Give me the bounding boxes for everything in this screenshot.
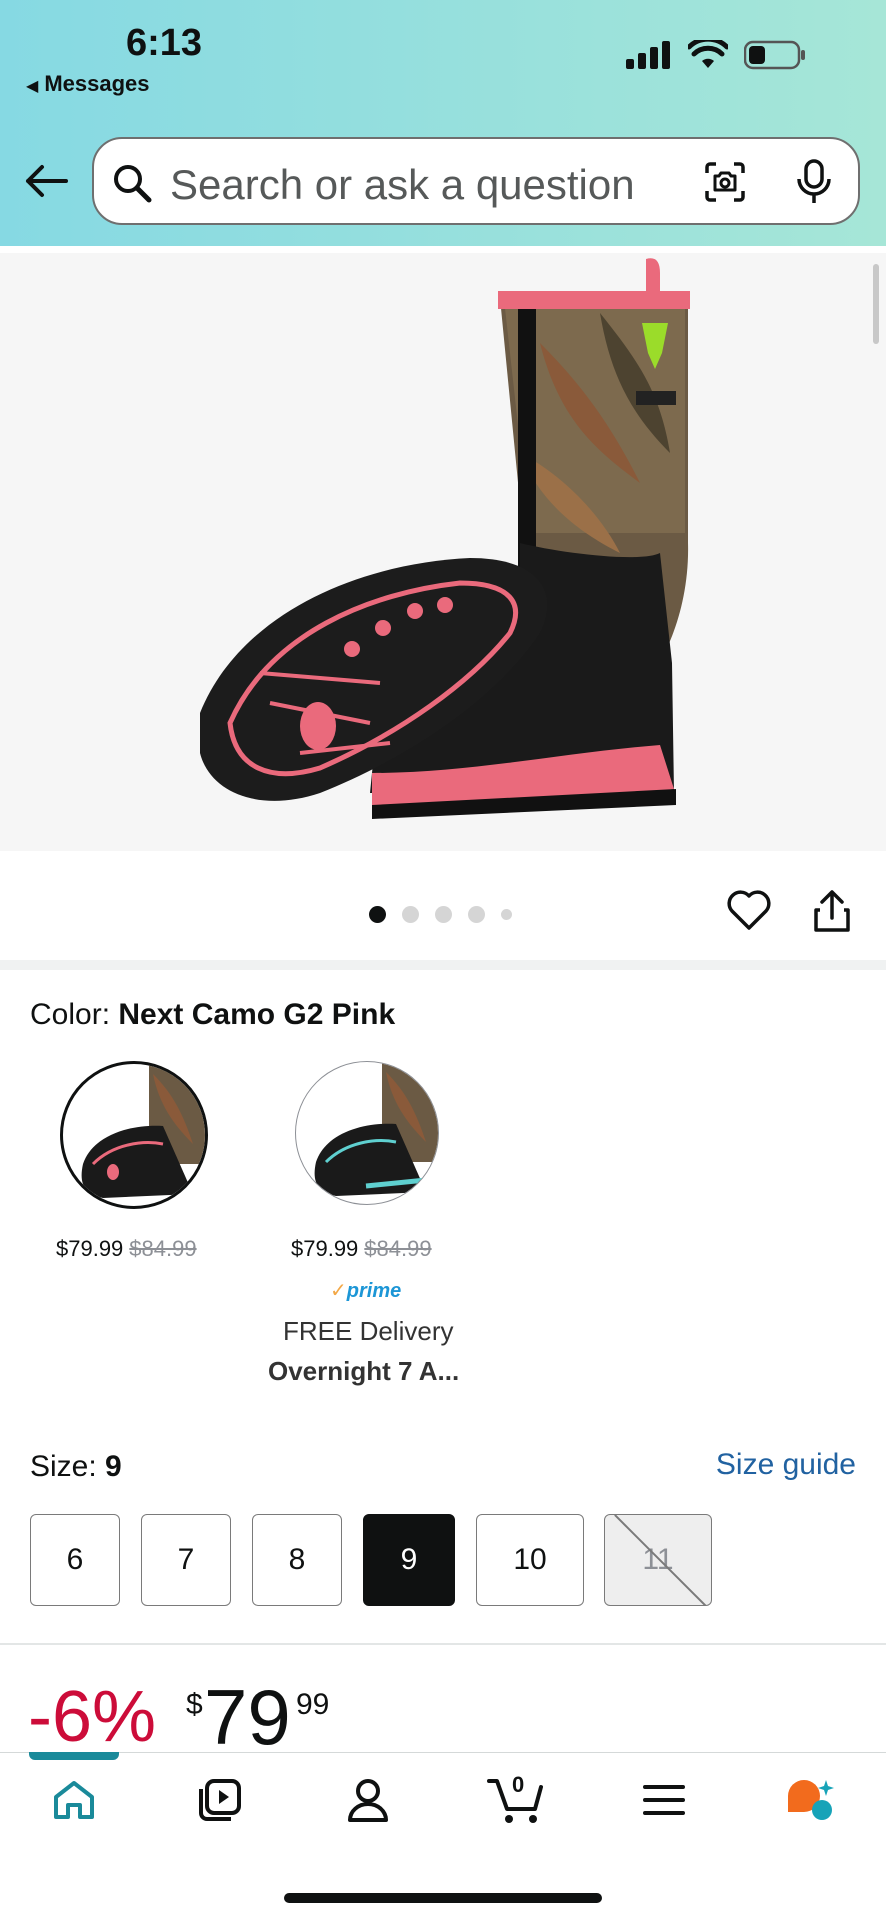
wifi-icon — [688, 40, 728, 68]
price-whole: 79 — [204, 1673, 291, 1761]
tab-menu[interactable] — [634, 1770, 694, 1830]
active-tab-indicator — [29, 1752, 119, 1760]
swatch-price-row: $79.99 $84.99 — [291, 1236, 432, 1262]
delivery-time-text: Overnight 7 A... — [268, 1356, 460, 1386]
arrow-left-icon — [26, 165, 68, 197]
search-icon — [114, 165, 152, 203]
size-option-10[interactable]: 10 — [476, 1514, 584, 1606]
prime-badge: ✓prime — [330, 1278, 401, 1303]
color-selection-label: Color: Next Camo G2 Pink — [30, 998, 395, 1032]
swatch-list-price: $84.99 — [129, 1236, 197, 1261]
size-option-6[interactable]: 6 — [30, 1514, 120, 1606]
rufus-assistant-icon — [788, 1780, 834, 1820]
back-to-app-link[interactable]: ◀ Messages — [26, 71, 150, 97]
size-option-11-unavailable[interactable]: 11 — [604, 1514, 712, 1606]
carousel-dot[interactable] — [435, 906, 452, 923]
back-app-label: Messages — [44, 71, 150, 96]
size-value: 9 — [105, 1450, 122, 1483]
home-indicator — [284, 1893, 602, 1903]
camera-lens-icon[interactable] — [704, 161, 746, 203]
size-label: Size: — [30, 1450, 97, 1483]
size-option-9[interactable]: 9 — [363, 1514, 455, 1606]
swatch-price: $79.99 — [291, 1236, 359, 1261]
size-option-7[interactable]: 7 — [141, 1514, 231, 1606]
swatch-list-price: $84.99 — [364, 1236, 432, 1261]
cart-count-badge: 0 — [512, 1772, 525, 1797]
prime-label: prime — [346, 1280, 402, 1302]
share-icon[interactable] — [812, 888, 852, 934]
check-icon: ✓ — [330, 1280, 347, 1302]
signal-icon — [626, 41, 670, 69]
carousel-dot[interactable] — [402, 906, 419, 923]
microphone-icon[interactable] — [794, 159, 834, 205]
person-icon — [348, 1779, 388, 1822]
tab-home[interactable] — [44, 1770, 104, 1830]
color-swatch-teal[interactable] — [295, 1061, 439, 1205]
home-icon — [54, 1781, 94, 1819]
color-label: Color: — [30, 998, 111, 1031]
product-image-carousel[interactable] — [0, 253, 886, 851]
section-divider — [0, 960, 886, 970]
section-divider — [0, 1643, 886, 1645]
heart-icon[interactable] — [726, 888, 772, 932]
tab-rufus-assistant[interactable] — [780, 1770, 840, 1830]
menu-icon — [643, 1785, 685, 1815]
tab-account[interactable] — [338, 1770, 398, 1830]
search-input[interactable]: Search or ask a question — [92, 137, 860, 225]
carousel-dots[interactable] — [369, 906, 512, 923]
back-arrow-button[interactable] — [22, 157, 70, 205]
product-image — [200, 258, 690, 819]
color-swatch-pink[interactable] — [60, 1061, 208, 1209]
free-delivery-text: FREE Delivery — [283, 1316, 454, 1346]
header: 6:13 ◀ Messages Search or ask a question — [0, 0, 886, 246]
price-fraction: 99 — [296, 1688, 330, 1721]
battery-icon — [744, 40, 805, 70]
video-library-icon — [199, 1779, 241, 1821]
carousel-dot[interactable] — [369, 906, 386, 923]
status-time: 6:13 — [126, 22, 203, 64]
carousel-dot[interactable] — [468, 906, 485, 923]
size-guide-link[interactable]: Size guide — [716, 1448, 856, 1482]
search-placeholder: Search or ask a question — [170, 161, 635, 208]
discount-percent: -6% — [28, 1677, 157, 1757]
scrollbar[interactable] — [873, 264, 879, 344]
size-selection-label: Size: 9 — [30, 1450, 122, 1484]
status-icons — [626, 40, 806, 70]
tab-video[interactable] — [190, 1770, 250, 1830]
color-value: Next Camo G2 Pink — [118, 998, 396, 1031]
carousel-dot[interactable] — [501, 909, 512, 920]
swatch-image — [314, 1062, 438, 1196]
swatch-price: $79.99 — [56, 1236, 124, 1261]
back-triangle-icon: ◀ — [26, 78, 39, 95]
swatch-image — [81, 1064, 205, 1198]
swatch-price-row: $79.99 $84.99 — [56, 1236, 197, 1262]
size-option-8[interactable]: 8 — [252, 1514, 342, 1606]
price-currency: $ — [186, 1688, 203, 1721]
